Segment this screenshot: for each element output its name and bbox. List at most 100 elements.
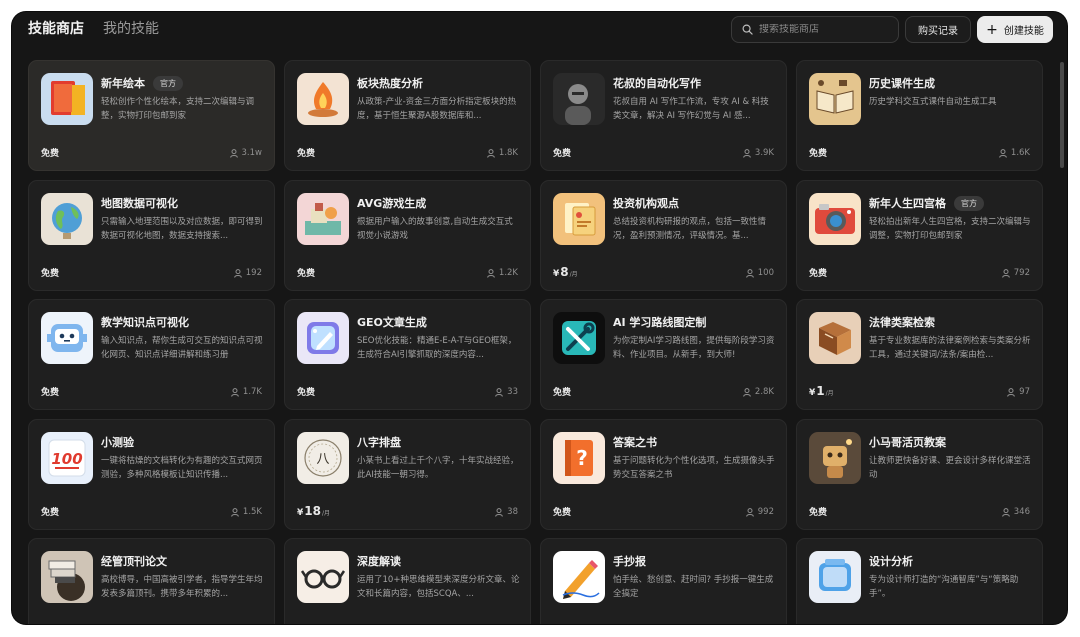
skill-card[interactable]: 手抄报怕手绘、愁创意、赶时间? 手抄报一键生成全搞定 [540,538,787,624]
globe-icon [41,193,93,245]
create-skill-label: 创建技能 [1003,26,1044,37]
card-title-row: 手抄报 [613,553,646,569]
skill-card[interactable]: 投资机构观点总结投资机构研报的观点，包括一致性情况，盈利预测情况，评级情况。基.… [540,180,787,291]
price-unit: /月 [825,390,834,397]
skill-card[interactable]: GEO文章生成 SEO优化技能：精通E-E-A-T与GEO框架，生成符合AI引擎抓… [284,299,531,410]
scrollbar[interactable] [1060,62,1064,168]
user-count: 3.9K [743,148,774,158]
user-icon [745,268,754,278]
tab-skill-store[interactable]: 技能商店 [28,20,84,38]
card-title-row: AI 学习路线图定制 [613,314,706,330]
card-description: 输入知识点，帮你生成可交互的知识点可视化网页、知识点详细讲解和练习册 [101,336,263,360]
user-count-value: 1.7K [242,387,262,397]
skill-card[interactable]: ? 答案之书 基于问题转化为个性化选项，生成摄像头手势交互答案之书 免费 992 [540,419,787,530]
user-icon [233,268,242,278]
currency-symbol: ¥ [297,508,304,518]
globe-books-icon [41,551,93,603]
skill-card[interactable]: 花叔的自动化写作 花叔自用 AI 写作工作流，专攻 AI & 科技类文章，解决 A… [540,60,787,171]
card-description: 怕手绘、愁创意、赶时间? 手抄报一键生成全搞定 [613,575,774,599]
user-count: 792 [1001,268,1030,278]
card-description: 基于专业数据库的法律案例检索与类案分析工具，通过关键词/法条/案由检... [869,336,1031,360]
skill-card[interactable]: 小马哥活页教案 让教师更快备好课、更会设计多样化课堂活动 免费 346 [796,419,1043,530]
tab-my-skills[interactable]: 我的技能 [103,20,159,38]
user-count: 33 [495,387,518,397]
price-amount: 18 [304,504,321,518]
card-price: 免费 [297,269,316,279]
card-title-row: 设计分析 [869,553,913,569]
skill-card[interactable]: 100 小测验一键将枯燥的文档转化为有趣的交互式网页测验，多种风格模板让知识传播.… [28,419,275,530]
card-title-row: 教学知识点可视化 [101,314,189,330]
search-box[interactable] [731,16,899,43]
skill-card[interactable]: AVG游戏生成 根据用户输入的故事创意,自动生成交互式视觉小说游戏 免费 1.2K [284,180,531,291]
price-unit: /月 [569,271,578,278]
question-book-icon: ? [553,432,605,484]
robot-icon [41,312,93,364]
card-price: 免费 [41,388,60,398]
card-title: 小测验 [101,436,134,449]
user-icon [743,148,751,158]
score-100-icon: 100 [41,432,93,484]
skill-card[interactable]: 新年绘本 官方 轻松创作个性化绘本，支持二次编辑与调整，实物打印包邮到家 免费 3.1w [28,60,275,171]
skill-card[interactable]: 设计分析 专为设计师打造的“沟通智库”与“策略助手”。 [796,538,1043,624]
user-icon [745,507,754,517]
edit-card-icon [297,312,349,364]
card-price: ¥1/月 [809,384,834,398]
card-title-row: 历史课件生成 [869,75,935,91]
skill-card[interactable]: 地图数据可视化 只需输入地理范围以及对应数据，即可得到数据可视化地图，数据支持搜索… [28,180,275,291]
skill-card[interactable]: 法律类案检索基于专业数据库的法律案例检索与类案分析工具，通过关键词/法条/案由检… [796,299,1043,410]
user-icon [495,507,504,517]
card-title: 经管顶刊论文 [101,555,167,568]
camera-icon [809,193,861,245]
user-icon [1001,268,1010,278]
skill-card[interactable]: 八 八字排盘 小某书上看过上千个八字，十年实战经验，此AI技能一朝习得。 ¥18/月 3… [284,419,531,530]
skill-card[interactable]: 经管顶刊论文 高校博导，中国高被引学者，指导学生年均发表多篇顶刊。携带多年积累的.… [28,538,275,624]
card-price: 免费 [41,149,60,159]
user-count: 100 [745,268,774,278]
card-price: 免费 [297,149,316,159]
card-title: AI 学习路线图定制 [613,316,707,329]
create-skill-button[interactable]: + 创建技能 [977,16,1053,43]
card-title-row: 法律类案检索 [869,314,935,330]
user-count: 346 [1001,507,1030,517]
card-description: 一键将枯燥的文档转化为有趣的交互式网页测验，多种风格模板让知识传播... [101,456,263,480]
user-icon [231,387,239,397]
card-title-row: 板块热度分析 [357,75,423,91]
card-title: 板块热度分析 [357,77,423,90]
user-icon [999,148,1007,158]
price-unit: /月 [321,510,330,517]
card-description: 运用了10+种思维模型来深度分析文章、论文和长篇内容，包括SCQA、... [357,575,520,599]
plus-icon: + [986,21,998,38]
purchase-history-button[interactable]: 购买记录 [905,16,971,43]
user-icon [231,507,239,517]
user-count-value: 1.2K [498,268,518,278]
search-input[interactable] [759,24,898,35]
card-price: ¥8/月 [553,265,578,279]
skill-card[interactable]: 历史课件生成 历史学科交互式课件自动生成工具 免费 1.6K [796,60,1043,171]
skill-card[interactable]: AI 学习路线图定制为你定制AI学习路线图，提供每阶段学习资料、作业项目。从新手… [540,299,787,410]
user-count-value: 1.8K [498,148,518,158]
card-title: 答案之书 [613,436,657,449]
card-title-row: 投资机构观点 [613,195,679,211]
skill-card[interactable]: 板块热度分析 从政策-产业-资金三方面分析指定板块的热度，基于恒生聚源A股数据库和… [284,60,531,171]
skill-card[interactable]: 深度解读 运用了10+种思维模型来深度分析文章、论文和长篇内容，包括SCQA、..… [284,538,531,624]
design-tile-icon [809,551,861,603]
user-count: 38 [495,507,518,517]
open-book-icon [809,73,861,125]
card-price: 免费 [809,269,828,279]
card-description: 为你定制AI学习路线图，提供每阶段学习资料、作业项目。从新手，到大师! [613,336,775,360]
user-count-value: 2.8K [754,387,774,397]
user-count: 1.8K [487,148,518,158]
skill-card[interactable]: 新年人生四宫格 官方 轻松拍出新年人生四宫格，支持二次编辑与调整，实物打印包邮到家免… [796,180,1043,291]
user-count-value: 992 [757,507,774,517]
user-count: 2.8K [743,387,774,397]
card-title: 新年绘本 [101,77,145,90]
card-description: 总结投资机构研报的观点，包括一致性情况，盈利预测情况，评级情况。基... [613,217,767,241]
tools-icon [553,312,605,364]
card-description: 小某书上看过上千个八字，十年实战经验，此AI技能一朝习得。 [357,456,519,480]
user-count-value: 100 [757,268,774,278]
law-book-icon [809,312,861,364]
card-title: 设计分析 [869,555,913,568]
card-title: 历史课件生成 [869,77,935,90]
card-title: 教学知识点可视化 [101,316,189,329]
skill-card[interactable]: 教学知识点可视化输入知识点，帮你生成可交互的知识点可视化网页、知识点详细讲解和练… [28,299,275,410]
